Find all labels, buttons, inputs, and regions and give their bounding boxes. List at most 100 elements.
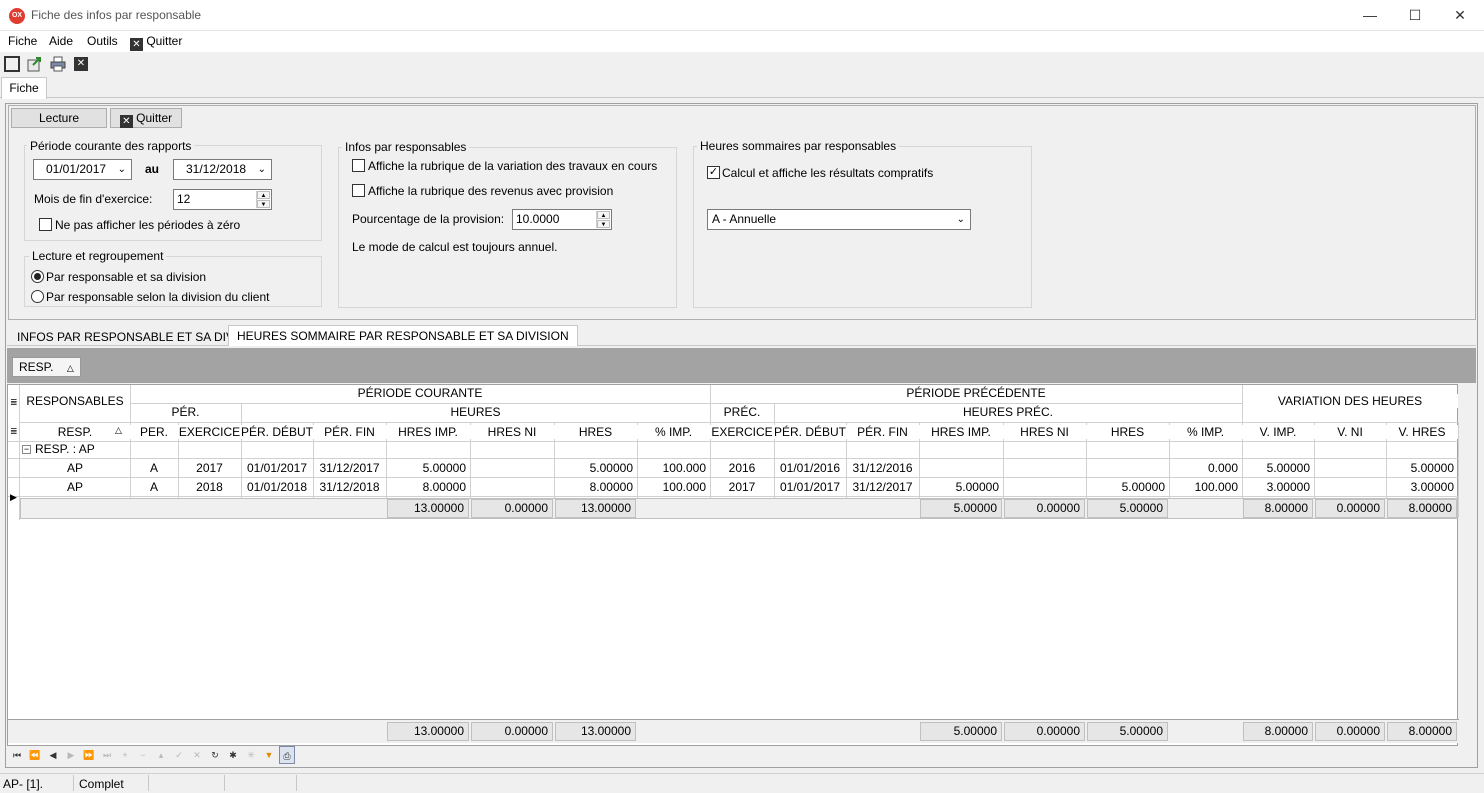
column-header[interactable]: PÉR. FIN [846, 425, 919, 439]
table-cell: 0.000 [1207, 461, 1238, 475]
heures-legend: Heures sommaires par responsables [697, 139, 900, 153]
table-cell: 5.00000 [955, 480, 999, 494]
edit-icon[interactable]: ▴ [153, 746, 169, 764]
column-header[interactable]: PÉR. DÉBUT [774, 425, 846, 439]
column-header[interactable]: HRES NI [470, 425, 554, 439]
spin-down-icon[interactable]: ▼ [257, 200, 270, 208]
menu-quitter[interactable]: ✕ Quitter [130, 34, 182, 51]
column-header[interactable]: % IMP. [637, 425, 710, 439]
pct-spinner[interactable]: 10.0000 ▲ ▼ [512, 209, 612, 230]
table-cell: 2018 [196, 480, 223, 494]
last-record-icon[interactable]: ⏭ [99, 746, 115, 764]
collapse-icon[interactable]: − [22, 445, 31, 454]
band-responsables: RESPONSABLES [20, 394, 130, 408]
table-cell: 3.00000 [1266, 480, 1310, 494]
zero-checkbox[interactable] [39, 218, 52, 231]
column-header[interactable]: HRES IMP. [919, 425, 1003, 439]
toolbar [0, 53, 1484, 75]
sort-asc-icon: △ [115, 425, 122, 435]
table-cell: 5.00000 [589, 461, 633, 475]
print-icon[interactable] [50, 56, 66, 72]
column-header[interactable]: HRES [1086, 425, 1169, 439]
table-cell: 5.00000 [422, 461, 466, 475]
column-chooser-icon[interactable]: ≣ [10, 426, 18, 437]
close-icon[interactable]: ✕ [74, 57, 88, 71]
delete-icon[interactable]: − [135, 746, 151, 764]
column-header[interactable]: HRES NI [1003, 425, 1086, 439]
close-box-icon: ✕ [119, 115, 133, 128]
status-state: Complet [79, 777, 124, 791]
compare-checkbox[interactable]: ✓ [707, 166, 720, 179]
bookmark-icon[interactable]: ✱ [225, 746, 241, 764]
spin-up-icon[interactable]: ▲ [257, 191, 270, 199]
radio-par-responsable[interactable] [31, 270, 44, 283]
radio-par-division-client[interactable] [31, 290, 44, 303]
tab-fiche[interactable]: Fiche [1, 77, 47, 99]
column-header[interactable]: HRES IMP. [386, 425, 470, 439]
next-page-icon[interactable]: ⏩ [81, 746, 97, 764]
table-cell: 31/12/2017 [319, 461, 380, 475]
maximize-button[interactable]: ☐ [1392, 0, 1438, 31]
pct-label: Pourcentage de la provision: [352, 212, 505, 226]
column-header[interactable]: V. HRES [1386, 425, 1458, 439]
column-header[interactable]: EXERCICE [178, 425, 241, 439]
first-record-icon[interactable]: ⏮ [9, 746, 25, 764]
header-divider [130, 422, 1242, 423]
spin-down-icon[interactable]: ▼ [597, 220, 610, 228]
column-header[interactable]: HRES [554, 425, 637, 439]
fit-window-icon[interactable] [4, 56, 20, 72]
tab-heures-sommaire[interactable]: HEURES SOMMAIRE PAR RESPONSABLE ET SA DI… [228, 325, 578, 346]
footer-total-cell: 13.00000 [387, 722, 469, 741]
sort-asc-icon: △ [66, 363, 74, 373]
column-header[interactable]: EXERCICE [710, 425, 774, 439]
column-header[interactable]: V. NI [1314, 425, 1386, 439]
column-header[interactable]: PER. [130, 425, 178, 439]
mois-label: Mois de fin d'exercice: [34, 192, 153, 206]
menu-outils[interactable]: Outils [87, 34, 118, 48]
print-icon[interactable]: ⎙ [279, 746, 295, 764]
column-chooser-icon[interactable]: ≣ [10, 397, 18, 408]
mode-combo[interactable]: A - Annuelle ⌄ [707, 209, 971, 230]
table-cell: 100.000 [662, 461, 706, 475]
menu-fiche[interactable]: Fiche [8, 34, 37, 48]
table-cell: 2017 [728, 480, 756, 494]
column-header[interactable]: RESP. [20, 425, 130, 439]
mois-value: 12 [177, 192, 191, 206]
table-cell: 31/12/2017 [852, 480, 913, 494]
revenus-label: Affiche la rubrique des revenus avec pro… [368, 184, 614, 198]
footer-total-cell: 0.00000 [471, 722, 553, 741]
post-icon[interactable]: ✓ [171, 746, 187, 764]
export-icon[interactable] [27, 56, 43, 72]
prev-record-icon[interactable]: ◀ [45, 746, 61, 764]
next-record-icon[interactable]: ▶ [63, 746, 79, 764]
header-divider [130, 403, 1242, 404]
refresh-icon[interactable]: ↻ [207, 746, 223, 764]
footer-total-cell: 0.00000 [1004, 722, 1085, 741]
column-header[interactable]: V. IMP. [1242, 425, 1314, 439]
column-header[interactable]: PÉR. FIN [313, 425, 386, 439]
mois-spinner[interactable]: 12 ▲ ▼ [173, 189, 272, 210]
date-to-combo[interactable]: 31/12/2018 ⌄ [173, 159, 272, 180]
group-chip-resp[interactable]: RESP. △ [12, 357, 81, 377]
column-header[interactable]: PÉR. DÉBUT [241, 425, 313, 439]
spin-up-icon[interactable]: ▲ [597, 211, 610, 219]
bookmark-goto-icon[interactable]: ✳ [243, 746, 259, 764]
filter-icon[interactable]: ▼ [261, 746, 277, 764]
menu-aide[interactable]: Aide [49, 34, 73, 48]
quitter-button[interactable]: ✕ Quitter [110, 108, 182, 128]
insert-icon[interactable]: + [117, 746, 133, 764]
footer-total-cell: 8.00000 [1243, 722, 1313, 741]
lecture-button[interactable]: Lecture [11, 108, 107, 128]
prev-page-icon[interactable]: ⏪ [27, 746, 43, 764]
date-from-combo[interactable]: 01/01/2017 ⌄ [33, 159, 132, 180]
minimize-button[interactable]: — [1347, 0, 1393, 31]
group-by-panel [7, 348, 1476, 383]
menu-bar [0, 31, 1484, 52]
revenus-checkbox[interactable] [352, 184, 365, 197]
close-button[interactable]: ✕ [1437, 0, 1483, 31]
column-header[interactable]: % IMP. [1169, 425, 1242, 439]
table-cell: 01/01/2018 [246, 480, 308, 494]
group-row-label: RESP. : AP [35, 442, 95, 456]
cancel-icon[interactable]: ✕ [189, 746, 205, 764]
variation-checkbox[interactable] [352, 159, 365, 172]
